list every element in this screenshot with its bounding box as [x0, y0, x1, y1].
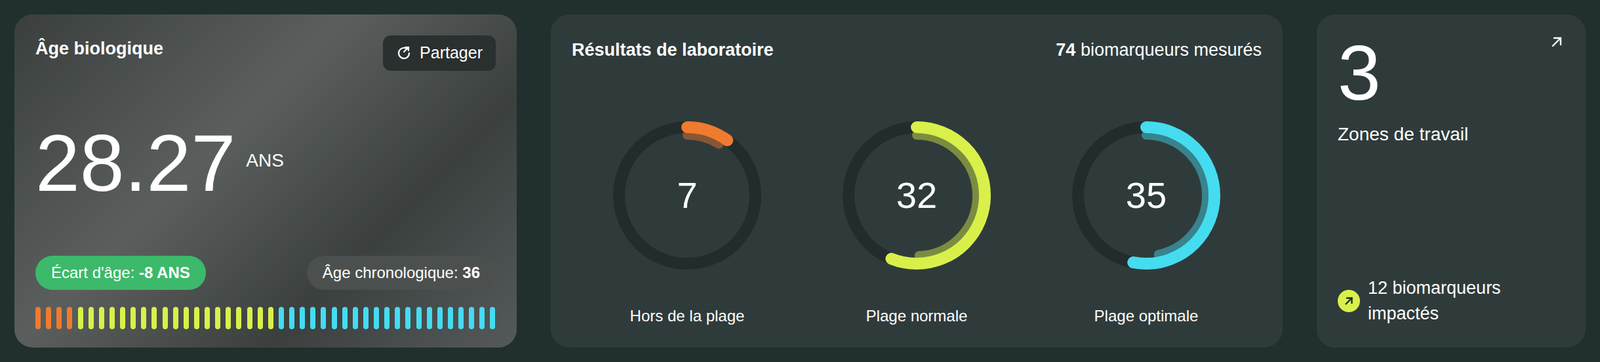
segment	[416, 306, 422, 330]
chrono-age-badge: Âge chronologique: 36	[306, 255, 496, 290]
segment	[120, 306, 126, 330]
segment	[204, 306, 210, 330]
segment	[78, 306, 84, 330]
segment	[384, 306, 390, 330]
segment	[56, 306, 62, 330]
segment	[479, 306, 485, 330]
segment	[151, 306, 157, 330]
segment	[489, 306, 496, 330]
ring-value: 35	[1125, 167, 1167, 223]
segment	[225, 306, 231, 330]
segment	[109, 306, 115, 330]
segment	[183, 306, 189, 330]
segment	[437, 306, 443, 330]
segment-bar	[35, 306, 496, 330]
ring-item: 35 Plage optimale	[1067, 119, 1225, 328]
segment	[352, 306, 359, 330]
segment	[310, 306, 316, 330]
segment	[394, 306, 400, 330]
segment	[363, 306, 369, 330]
segment	[247, 306, 253, 330]
card-title: Âge biologique	[35, 35, 164, 63]
ring-label: Plage optimale	[1094, 304, 1199, 328]
zones-value: 3	[1337, 34, 1469, 112]
segment	[447, 306, 454, 330]
age-gap-badge: Écart d'âge: -8 ANS	[35, 255, 206, 290]
segment	[320, 306, 326, 330]
segment	[331, 306, 338, 330]
segment	[405, 306, 411, 330]
segment	[35, 306, 41, 330]
segment	[289, 306, 295, 330]
segment	[299, 306, 305, 330]
segment	[162, 306, 168, 330]
segment	[426, 306, 433, 330]
segment	[194, 306, 200, 330]
bio-age-value: 28.27	[35, 123, 236, 204]
segment	[458, 306, 464, 330]
segment	[373, 306, 380, 330]
ring-value: 7	[676, 167, 698, 223]
ring-label: Hors de la plage	[630, 304, 745, 328]
segment	[88, 306, 94, 330]
ring: 35	[1070, 119, 1223, 272]
lab-card: Résultats de laboratoire 74 biomarqueurs …	[550, 14, 1283, 348]
bio-age-card: Âge biologique Partager 28.27 ANS Écart d'âg…	[14, 14, 517, 348]
segment	[236, 306, 242, 330]
share-icon	[396, 45, 412, 61]
segment	[215, 306, 221, 330]
card-title: Résultats de laboratoire	[571, 36, 774, 64]
biomarker-count: 74 biomarqueurs mesurés	[1055, 36, 1262, 64]
dashboard: Âge biologique Partager 28.27 ANS Écart d'âg…	[0, 0, 1600, 362]
arrow-up-right-icon[interactable]	[1548, 34, 1565, 50]
segment	[140, 306, 147, 330]
zones-card[interactable]: 3 Zones de travail 12 biomarqueurs impacté…	[1316, 14, 1586, 348]
impact-text: 12 biomarqueurs impactés	[1367, 275, 1545, 327]
segment	[99, 306, 105, 330]
ring-item: 32 Plage normale	[838, 119, 996, 328]
bio-age-unit: ANS	[245, 146, 284, 175]
segment	[268, 306, 274, 330]
zones-label: Zones de travail	[1337, 120, 1469, 149]
share-button[interactable]: Partager	[382, 35, 496, 71]
segment	[342, 306, 348, 330]
segment	[173, 306, 179, 330]
ring-item: 7 Hors de la plage	[608, 119, 766, 328]
ring-label: Plage normale	[866, 304, 968, 328]
segment	[278, 306, 284, 330]
segment	[45, 306, 52, 330]
segment	[468, 306, 475, 330]
segment	[130, 306, 136, 330]
ring: 7	[611, 119, 764, 272]
ring: 32	[840, 119, 993, 272]
ring-value: 32	[896, 167, 938, 223]
segment	[257, 306, 263, 330]
segment	[66, 306, 73, 330]
impact-icon	[1337, 289, 1360, 313]
